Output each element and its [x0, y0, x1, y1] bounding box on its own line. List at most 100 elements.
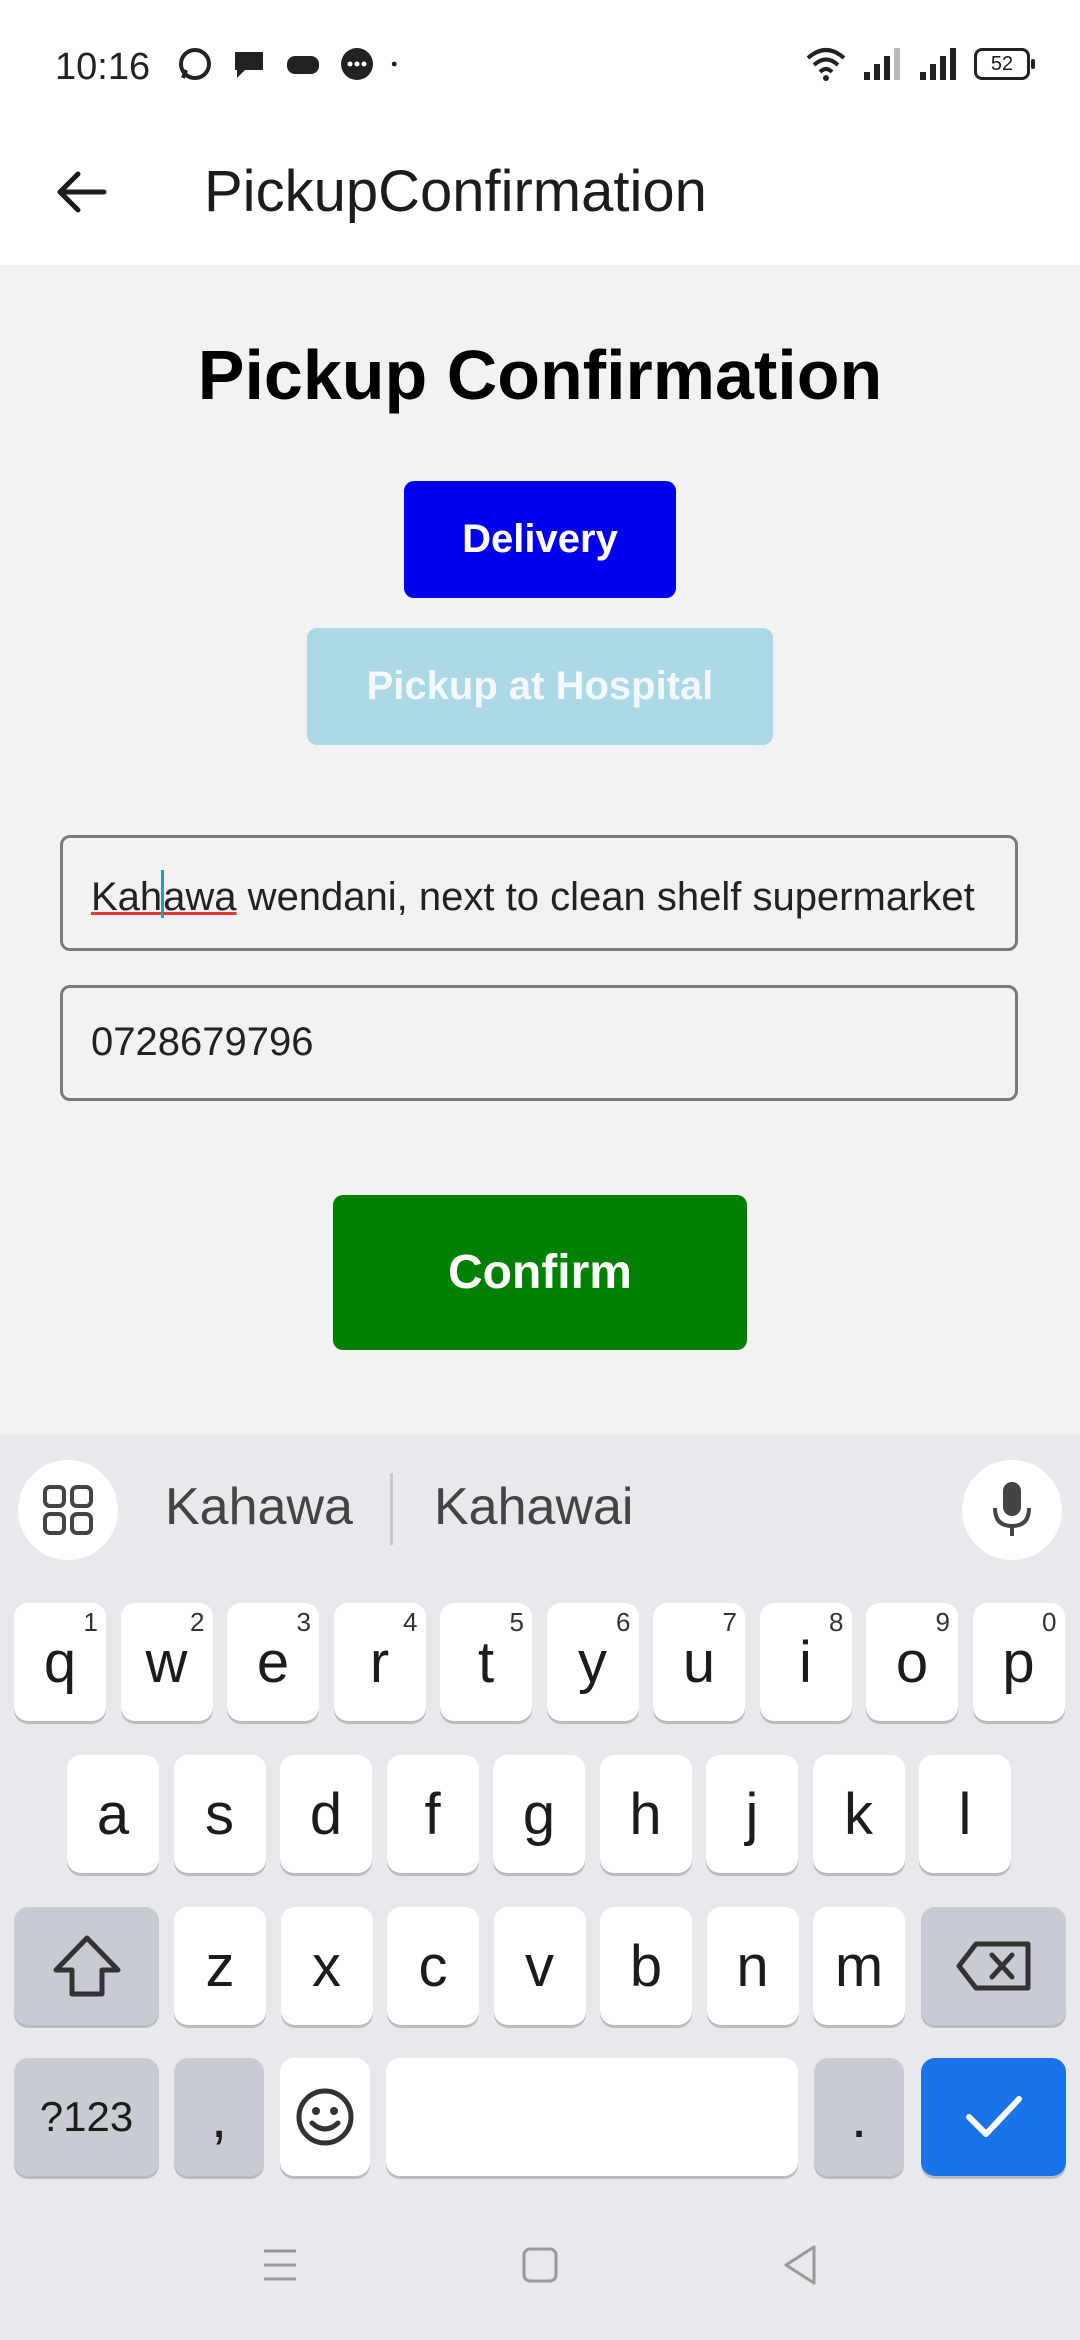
emoji-key[interactable]: [280, 2058, 370, 2176]
key-label: t: [477, 1629, 495, 1695]
suggestion-1[interactable]: Kahawa: [165, 1477, 353, 1537]
signal-icon: [864, 48, 900, 80]
key-o[interactable]: o9: [866, 1603, 958, 1721]
key-m[interactable]: m: [813, 1907, 905, 2025]
suggestion-divider: [390, 1473, 393, 1545]
signal-icon-2: [920, 48, 956, 80]
key-label: s: [205, 1781, 234, 1847]
key-i[interactable]: i8: [759, 1603, 852, 1721]
app-bar-title: PickupConfirmation: [204, 159, 707, 224]
grid-icon: [43, 1485, 93, 1535]
keyboard-apps-button[interactable]: [18, 1460, 118, 1560]
more-notifications-dot-icon: [391, 61, 397, 67]
period-key[interactable]: .: [814, 2058, 904, 2176]
status-bar: 10:16 52: [0, 0, 1080, 130]
key-label: w: [145, 1629, 188, 1695]
misspelled-word: Kahawa: [91, 870, 237, 919]
key-label: g: [522, 1781, 556, 1847]
key-number-hint: 6: [616, 1607, 631, 1637]
key-d[interactable]: d: [280, 1755, 372, 1873]
key-label: l: [958, 1781, 972, 1847]
symbols-key[interactable]: ?123: [14, 2058, 159, 2176]
comma-key[interactable]: ,: [174, 2058, 264, 2176]
back-button[interactable]: [40, 152, 120, 232]
phone-input[interactable]: 0728679796: [60, 985, 1018, 1101]
space-key[interactable]: [386, 2058, 798, 2176]
key-j[interactable]: j: [706, 1755, 798, 1873]
backspace-key[interactable]: [921, 1907, 1066, 2025]
whatsapp-icon: [179, 48, 211, 80]
key-label: f: [424, 1781, 441, 1847]
game-controller-icon: [287, 56, 319, 74]
on-screen-keyboard: Kahawa Kahawai q1w2e3r4t5y6u7i8o9p0 asdf…: [0, 1435, 1080, 2340]
voice-input-button[interactable]: [962, 1460, 1062, 1560]
key-label: d: [309, 1781, 343, 1847]
key-number-hint: 9: [935, 1607, 950, 1637]
key-w[interactable]: w2: [120, 1603, 213, 1721]
key-b[interactable]: b: [600, 1907, 692, 2025]
key-label: u: [682, 1629, 716, 1695]
address-input-text: Kahawa wendani, next to clean shelf supe…: [91, 870, 995, 920]
home-icon[interactable]: [510, 2235, 570, 2295]
key-label: h: [629, 1781, 662, 1847]
key-t[interactable]: t5: [440, 1603, 532, 1721]
key-y[interactable]: y6: [546, 1603, 639, 1721]
key-label: y: [578, 1629, 607, 1695]
key-label: k: [844, 1781, 873, 1847]
phone-input-text: 0728679796: [91, 1020, 314, 1064]
microphone-icon: [993, 1482, 1031, 1536]
key-p[interactable]: p0: [972, 1603, 1065, 1721]
key-x[interactable]: x: [280, 1907, 373, 2025]
back-triangle-icon[interactable]: [770, 2235, 830, 2295]
backspace-icon: [956, 1941, 1030, 1991]
key-label: a: [96, 1781, 130, 1847]
key-label: m: [834, 1933, 884, 1999]
key-e[interactable]: e3: [227, 1603, 319, 1721]
pickup-at-hospital-button[interactable]: Pickup at Hospital: [307, 628, 773, 745]
key-g[interactable]: g: [493, 1755, 585, 1873]
key-label: x: [312, 1933, 341, 1999]
key-label: r: [369, 1629, 390, 1695]
address-text-rest: wendani, next to clean shelf supermarket: [236, 875, 975, 919]
key-h[interactable]: h: [599, 1755, 692, 1873]
key-f[interactable]: f: [386, 1755, 479, 1873]
messenger-icon: [341, 48, 373, 80]
key-n[interactable]: n: [706, 1907, 799, 2025]
key-label: c: [418, 1933, 448, 1999]
chat-bubble-icon: [235, 52, 263, 78]
key-z[interactable]: z: [174, 1907, 266, 2025]
status-time: 10:16: [55, 46, 151, 88]
app-bar: PickupConfirmation: [0, 130, 1080, 265]
navigation-bar: [0, 2190, 1080, 2340]
key-l[interactable]: l: [919, 1755, 1011, 1873]
delivery-button[interactable]: Delivery: [404, 481, 676, 598]
system-icons: 52: [806, 46, 1035, 82]
key-number-hint: 8: [829, 1607, 844, 1637]
key-label: p: [1002, 1629, 1035, 1695]
key-label: b: [629, 1933, 663, 1999]
key-label: q: [43, 1629, 77, 1695]
key-u[interactable]: u7: [653, 1603, 745, 1721]
pickup-confirmation-form: Pickup Confirmation Delivery Pickup at H…: [0, 265, 1080, 1435]
confirm-button[interactable]: Confirm: [333, 1195, 747, 1350]
shift-key[interactable]: [14, 1907, 159, 2025]
key-k[interactable]: k: [812, 1755, 905, 1873]
key-a[interactable]: a: [67, 1755, 159, 1873]
address-input[interactable]: Kahawa wendani, next to clean shelf supe…: [60, 835, 1018, 951]
key-s[interactable]: s: [173, 1755, 266, 1873]
key-q[interactable]: q1: [14, 1603, 106, 1721]
done-key[interactable]: [921, 2058, 1066, 2176]
key-label: z: [205, 1933, 235, 1999]
wifi-icon: [806, 48, 846, 81]
key-number-hint: 5: [509, 1607, 524, 1637]
key-r[interactable]: r4: [333, 1603, 426, 1721]
key-c[interactable]: c: [387, 1907, 479, 2025]
emoji-icon: [296, 2088, 354, 2146]
notification-icons: [175, 44, 407, 84]
key-label: o: [895, 1629, 929, 1695]
key-label: j: [745, 1781, 759, 1847]
suggestion-2[interactable]: Kahawai: [434, 1477, 633, 1537]
address-text-before-cursor: Kah: [91, 875, 163, 919]
recents-menu-icon[interactable]: [250, 2235, 310, 2295]
key-v[interactable]: v: [493, 1907, 586, 2025]
